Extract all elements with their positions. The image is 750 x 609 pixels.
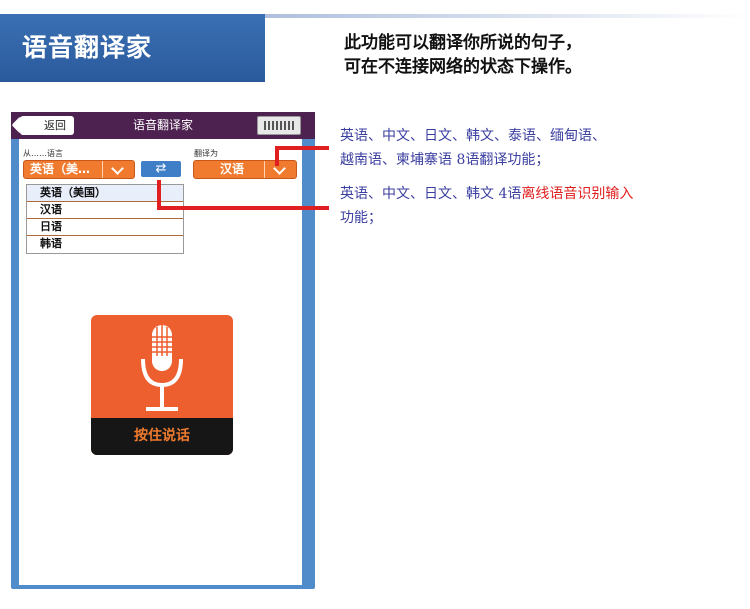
app-topbar: 返回 语音翻译家 <box>11 112 315 139</box>
dropdown-option[interactable]: 韩语 <box>27 236 183 253</box>
feature2-highlight: 离线语音识别输入 <box>521 186 634 202</box>
to-language-select[interactable]: 汉语 <box>193 160 297 179</box>
from-language-select[interactable]: 英语（美… <box>23 160 135 179</box>
connector-line <box>275 146 329 150</box>
feature2-line-1: 英语、中文、日文、韩文 4语离线语音识别输入 <box>340 182 633 206</box>
feature2-line-2: 功能； <box>340 210 382 226</box>
description-line-1: 此功能可以翻译你所说的句子， <box>344 33 582 53</box>
header-divider-strip <box>265 14 750 18</box>
hold-to-speak-label: 按住说话 <box>91 418 233 455</box>
hold-to-speak-button[interactable]: 按住说话 <box>91 315 233 455</box>
connector-line <box>275 148 279 166</box>
phone-screen: 返回 语音翻译家 从……语言 翻译为 英语（美… ⇄ 汉语 英语（美国） 汉语 … <box>11 112 315 589</box>
description-line-2: 可在不连接网络的状态下操作。 <box>344 57 582 77</box>
feature2-text: 英语、中文、日文、韩文 4语 <box>340 186 522 202</box>
from-language-label: 从……语言 <box>23 149 63 158</box>
to-language-value: 汉语 <box>220 162 245 176</box>
feature-description: 此功能可以翻译你所说的句子， 可在不连接网络的状态下操作。 <box>344 31 582 79</box>
translation-feature-note: 英语、中文、日文、韩文、泰语、缅甸语、 越南语、柬埔寨语 8语翻译功能； <box>340 124 606 172</box>
dropdown-option[interactable]: 日语 <box>27 219 183 236</box>
chevron-down-icon <box>102 161 134 178</box>
from-language-value: 英语（美… <box>30 162 91 176</box>
page-title: 语音翻译家 <box>22 33 153 62</box>
title-banner: 语音翻译家 <box>0 14 265 82</box>
keyboard-button[interactable] <box>257 116 301 135</box>
feature1-line-1: 英语、中文、日文、韩文、泰语、缅甸语、 <box>340 128 606 144</box>
connector-line <box>157 206 329 210</box>
swap-languages-button[interactable]: ⇄ <box>140 160 182 178</box>
offline-recognition-note: 英语、中文、日文、韩文 4语离线语音识别输入 功能； <box>340 182 633 230</box>
feature1-line-2: 越南语、柬埔寨语 8语翻译功能； <box>340 152 550 168</box>
to-language-label: 翻译为 <box>194 149 218 158</box>
microphone-icon <box>141 325 183 411</box>
swap-arrows-icon: ⇄ <box>155 161 167 176</box>
keyboard-icon <box>264 121 294 130</box>
chevron-down-icon <box>264 161 296 178</box>
